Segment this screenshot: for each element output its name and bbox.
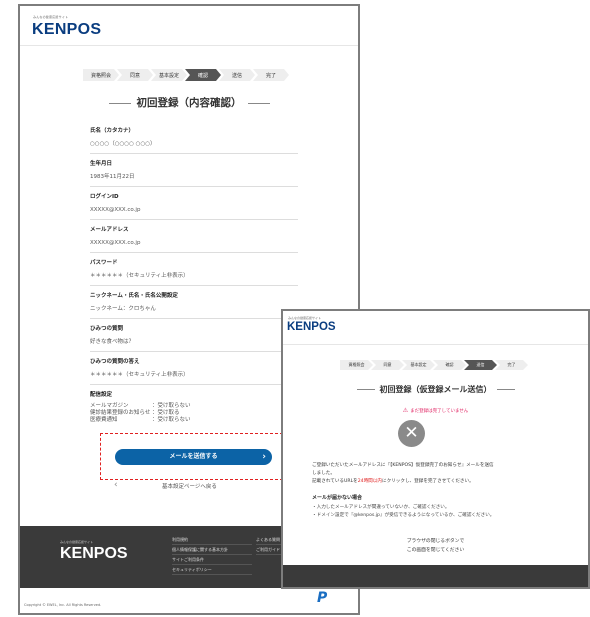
site-footer (283, 565, 588, 587)
field-value: ＊＊＊＊＊＊（セキュリティ上非表示） (90, 273, 189, 279)
page-title: 初回登録（仮登録メール送信） (283, 384, 588, 395)
close-circle-icon: ✕ (398, 420, 425, 447)
field-label: 氏名（カタカナ） (90, 128, 135, 134)
kenpos-logo[interactable]: KENPOS (287, 321, 336, 333)
field-value: ＊＊＊＊＊＊（セキュリティ上非表示） (90, 372, 189, 378)
field-birthdate: 生年月日 1983年11月22日 (90, 159, 298, 187)
list-item: ・ドメイン設定で『@kenpos.jp』が受信できるようになっているか、ご確認く… (312, 513, 495, 518)
field-label: ひみつの質問 (90, 326, 124, 332)
field-secret-question: ひみつの質問 好きな食べ物は？ (90, 324, 298, 352)
step-eligibility: 資格照会 (340, 360, 373, 370)
site-header: みんなの健康応援サイト KENPOS (283, 311, 588, 345)
field-label: 生年月日 (90, 161, 113, 167)
field-nickname: ニックネーム・氏名・氏名公開設定 ニックネーム：クロちゃん (90, 291, 298, 319)
step-send: 送信 (464, 360, 497, 370)
list-item: ・入力したメールアドレスが間違っていないか、ご確認ください。 (312, 505, 450, 510)
brand-tagline: みんなの健康応援サイト (288, 316, 322, 320)
sent-message: ご登録いただいたメールアドレスに『【KENPOS】仮登録完了のお知らせ』メールを… (312, 463, 494, 484)
field-value: 1983年11月22日 (90, 174, 135, 180)
email-sent-page-screenshot: みんなの健康応援サイト KENPOS 資格照会 同意 基本設定 確認 送信 完了… (281, 309, 590, 589)
footer-link-privacy[interactable]: 個人情報保護に関する基本方針 (172, 545, 252, 555)
field-value: ○○○○（○○○○ ○○○） (90, 141, 156, 147)
step-consent: 同意 (371, 360, 404, 370)
step-consent: 同意 (117, 69, 153, 81)
field-value: ニックネーム：クロちゃん (90, 306, 156, 312)
registration-steps: 資格照会 同意 基本設定 確認 送信 完了 (340, 360, 526, 370)
step-complete: 完了 (253, 69, 289, 81)
footer-brand-tagline: みんなの健康応援サイト (60, 540, 94, 544)
incomplete-warning: ⚠ まだ登録は完了していません (402, 407, 469, 414)
field-password: パスワード ＊＊＊＊＊＊（セキュリティ上非表示） (90, 258, 298, 286)
footer-link-conditions[interactable]: サイトご利用条件 (172, 555, 252, 565)
no-mail-heading: メールが届かない場合 (312, 495, 363, 501)
warning-icon: ⚠ (402, 407, 409, 414)
field-label: 配信設定 (90, 392, 113, 398)
page-title: 初回登録（内容確認） (20, 95, 358, 110)
delivery-rows: メールマガジン ：受け取らない 健診結果登録のお知らせ ：受け取る 医療費通知 ：受け… (90, 402, 298, 424)
field-delivery-settings: 配信設定 メールマガジン ：受け取らない 健診結果登録のお知らせ ：受け取る 医療費… (90, 390, 298, 430)
step-basic-settings: 基本設定 (402, 360, 435, 370)
footer-kenpos-logo[interactable]: KENPOS (60, 545, 128, 563)
footer-links: 利用規約 個人情報保護に関する基本方針 サイトご利用条件 セキュリティポリシー (172, 535, 252, 575)
deadline-highlight: 24時間以内 (357, 479, 382, 484)
field-value: XXXXX@XXX.co.jp (90, 240, 141, 246)
field-name-kana: 氏名（カタカナ） ○○○○（○○○○ ○○○） (90, 126, 298, 154)
no-mail-list: ・入力したメールアドレスが間違っていないか、ご確認ください。 ・ドメイン設定で『… (312, 504, 494, 520)
brand-tagline: みんなの健康応援サイト (33, 15, 69, 19)
step-confirm: 確認 (433, 360, 466, 370)
copyright: Copyright © EWEL, Inc. All Rights Reserv… (24, 603, 102, 607)
chevron-left-icon: ‹ (114, 480, 118, 490)
delivery-row: 医療費通知 ：受け取らない (90, 417, 191, 423)
step-complete: 完了 (495, 360, 528, 370)
footer-link-terms[interactable]: 利用規約 (172, 535, 252, 545)
close-window-message: ブラウザの閉じるボタンで この画面を閉じてください (406, 539, 465, 553)
field-label: パスワード (90, 260, 118, 266)
field-value: 好きな食べ物は？ (90, 339, 135, 345)
step-confirm: 確認 (185, 69, 221, 81)
field-value: XXXXX@XXX.co.jp (90, 207, 141, 213)
field-login-id: ログインID XXXXX@XXX.co.jp (90, 192, 298, 220)
site-header: みんなの健康応援サイト KENPOS (20, 6, 358, 46)
field-label: ニックネーム・氏名・氏名公開設定 (90, 293, 178, 299)
privacy-mark-icon: P (317, 590, 328, 606)
field-label: ログインID (90, 194, 119, 200)
field-label: メールアドレス (90, 227, 129, 233)
kenpos-logo[interactable]: KENPOS (32, 21, 101, 39)
field-secret-answer: ひみつの質問の答え ＊＊＊＊＊＊（セキュリティ上非表示） (90, 357, 298, 385)
step-basic-settings: 基本設定 (151, 69, 187, 81)
field-label: ひみつの質問の答え (90, 359, 140, 365)
step-send: 送信 (219, 69, 255, 81)
registration-steps: 資格照会 同意 基本設定 確認 送信 完了 (83, 69, 287, 81)
field-email: メールアドレス XXXXX@XXX.co.jp (90, 225, 298, 253)
send-email-button[interactable]: メールを送信する › (115, 449, 272, 465)
chevron-right-icon: › (262, 452, 266, 462)
footer-link-security[interactable]: セキュリティポリシー (172, 565, 252, 575)
step-eligibility: 資格照会 (83, 69, 119, 81)
